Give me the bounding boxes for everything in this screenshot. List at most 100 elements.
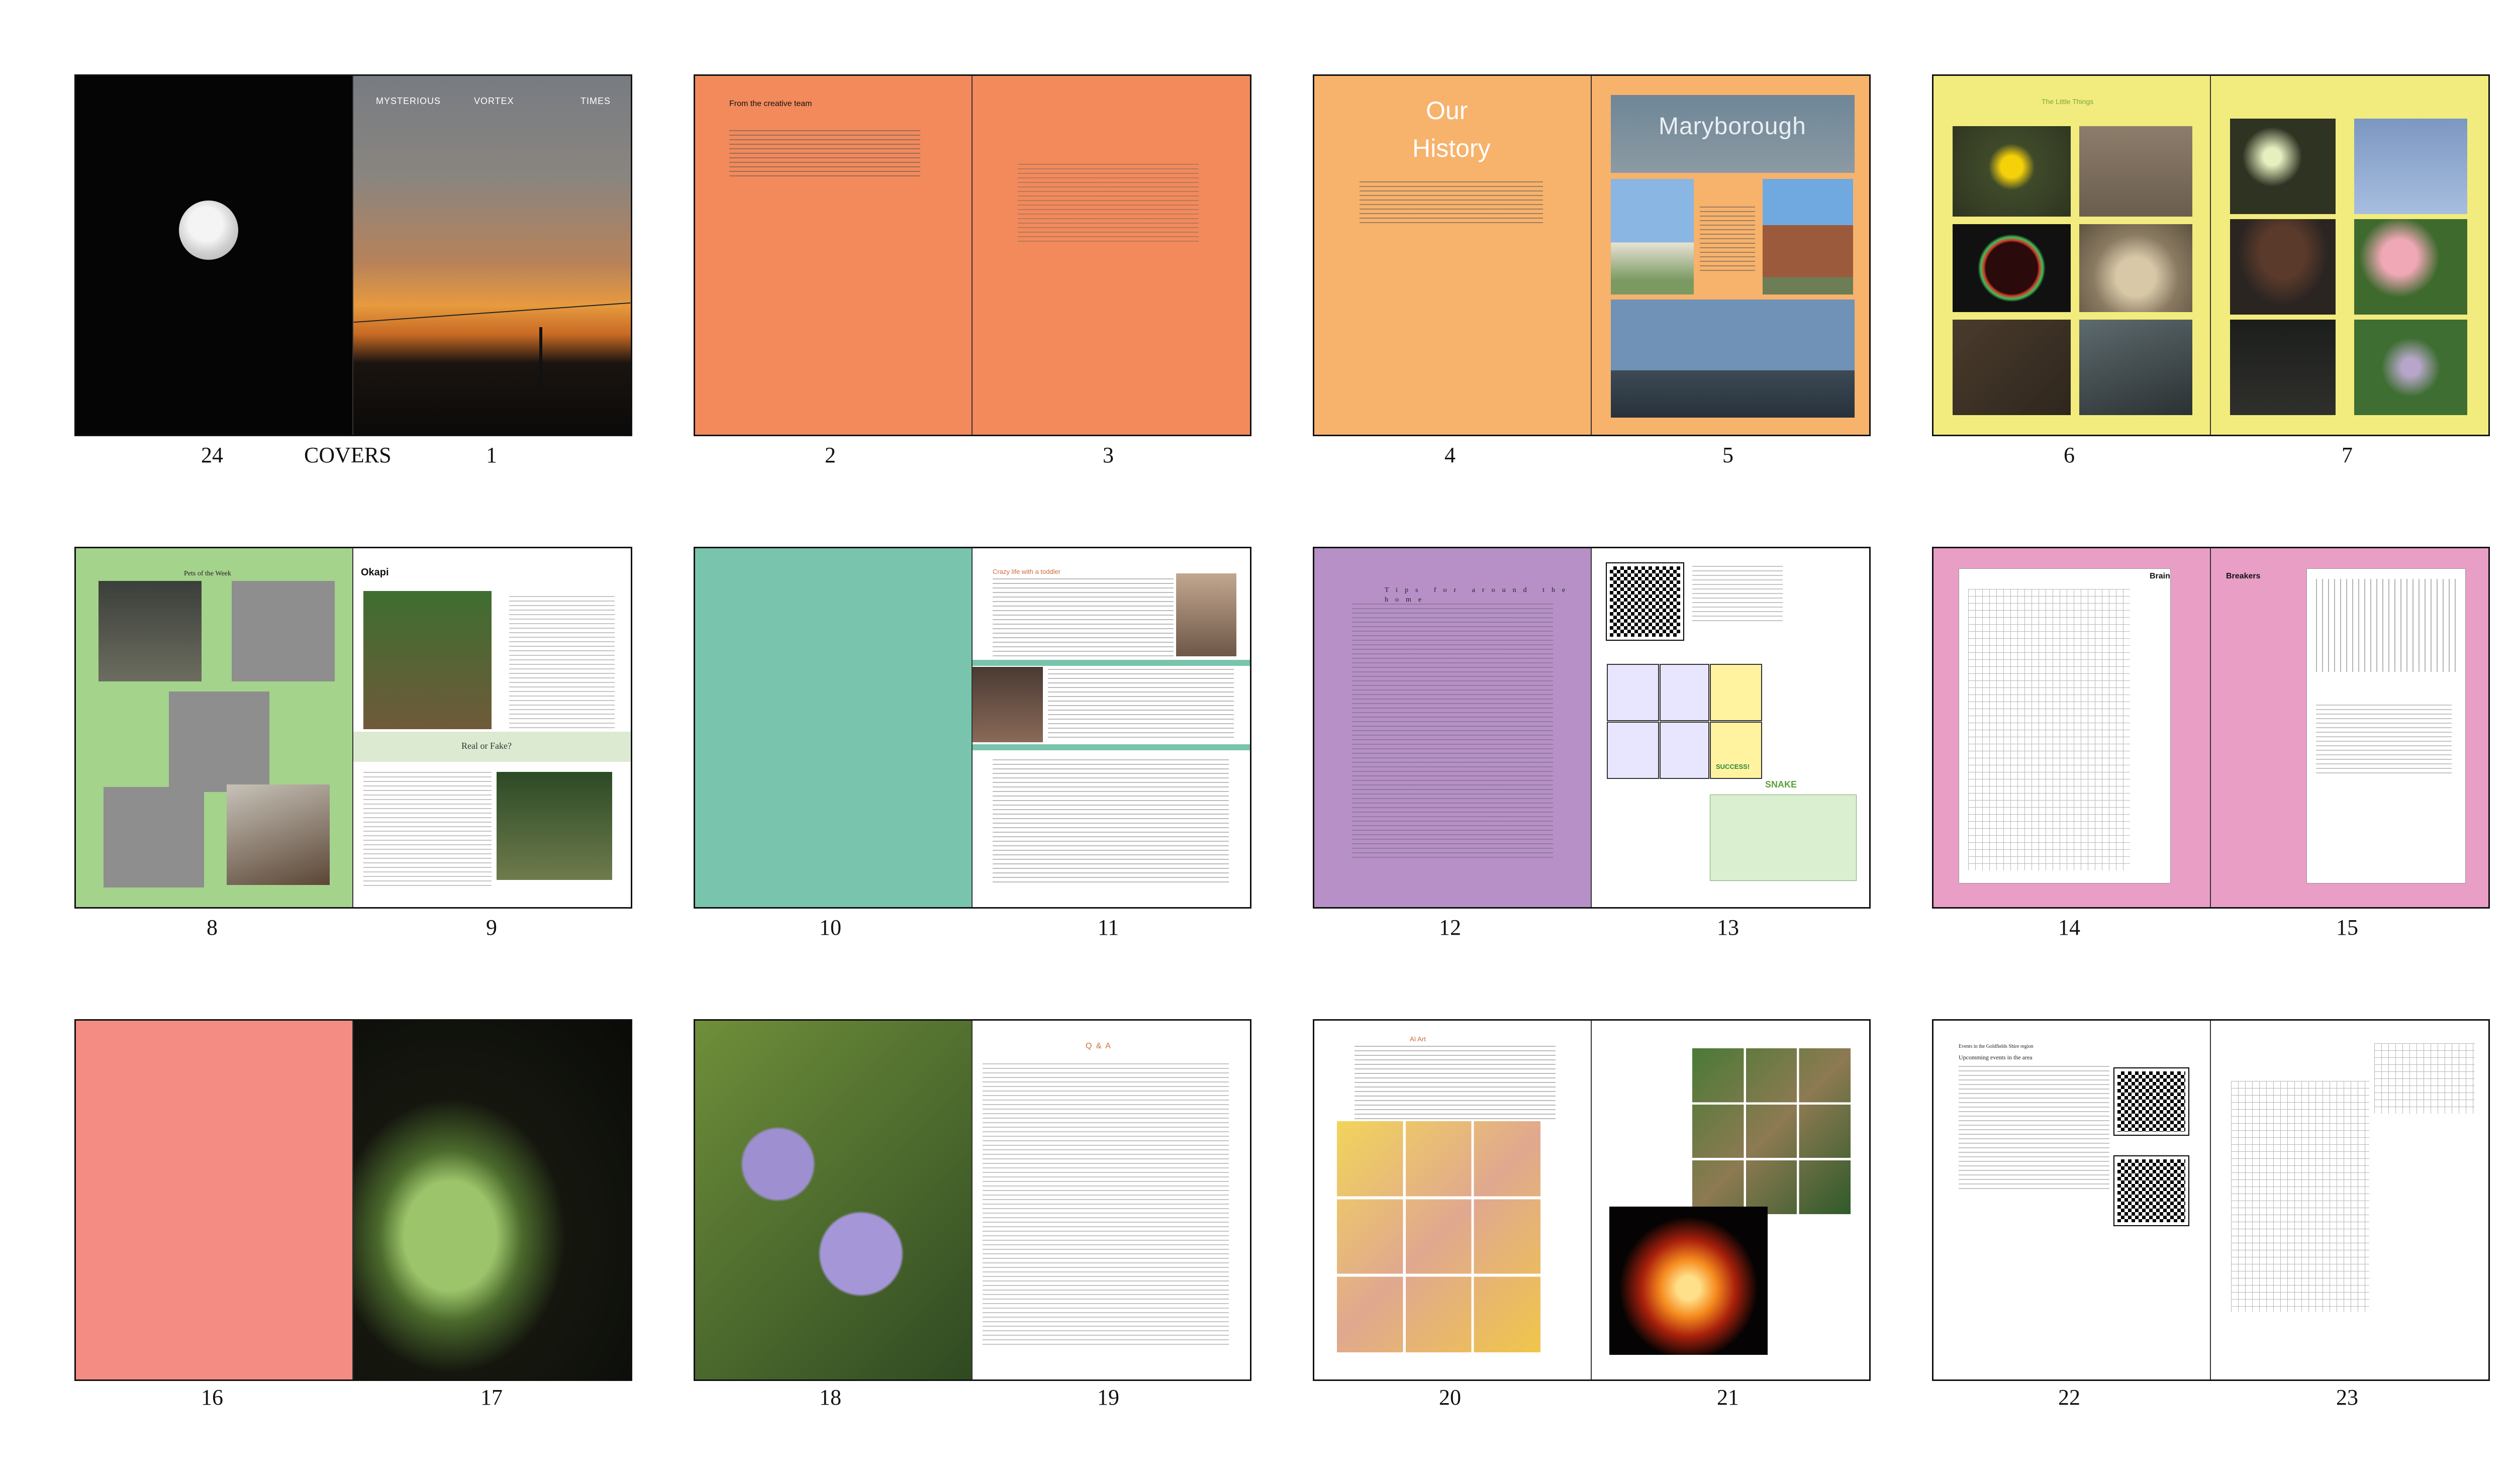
pet-photo-1 [99,581,202,681]
cover-title-times: TIMES [580,96,611,106]
teal-stripe-top [973,660,1250,666]
spread-covers[interactable]: MYSTERIOUS VORTEX TIMES [74,74,632,436]
page-13[interactable]: SUCCESS! SNAKE [1592,548,1869,907]
events-qr-code-1-icon[interactable] [2113,1067,2189,1136]
mushroom-photo [2230,219,2336,315]
page-number-17: 17 [480,1385,503,1410]
spread-20-21[interactable]: AI Art [1313,1019,1871,1381]
page-21[interactable] [1592,1021,1869,1379]
bubble-photo [1953,224,2071,312]
page-7[interactable] [2211,76,2488,435]
station-building-photo [1763,179,1853,294]
stick-photo [1953,320,2071,415]
spread-2-3[interactable]: From the creative team [694,74,1251,436]
home-tips-heading: Tips for around the home [1385,586,1573,604]
spread-8-9[interactable]: Pets of the Week Okapi Real or Fake? [74,547,632,909]
okapi-photo [363,591,492,729]
our-history-title-line1: Our [1426,96,1468,125]
spread-18-19[interactable]: Q & A [694,1019,1251,1381]
page-15[interactable]: Breakers [2211,548,2488,907]
page-5[interactable]: Maryborough [1592,76,1869,435]
cover-title-mysterious: MYSTERIOUS [376,96,441,106]
crossword-grid [1968,589,2130,870]
comic-success-text: SUCCESS! [1716,763,1750,770]
page-18[interactable] [695,1021,973,1379]
page-24-back-cover[interactable] [76,76,353,435]
spread-6-7[interactable]: The Little Things [1932,74,2490,436]
history-captions [1700,207,1755,272]
qr-code-icon[interactable] [1606,562,1684,641]
clover-photo [2354,320,2467,415]
okapi-ai-grid [1692,1048,1851,1214]
clock-tower-photo [1611,179,1694,294]
brain-heading: Brain [2150,572,2170,580]
dark-bird-photo [2230,320,2336,415]
qa-heading: Q & A [1086,1042,1112,1050]
page-17[interactable] [353,1021,631,1379]
spread-4-5[interactable]: Our History Maryborough [1313,74,1871,436]
page-2[interactable]: From the creative team [695,76,973,435]
lizard-photo [2079,320,2192,415]
page-10[interactable] [695,548,973,907]
page-8[interactable]: Pets of the Week [76,548,353,907]
page-number-8: 8 [207,915,218,940]
snake-comic [1710,795,1857,881]
home-tips-text [1352,604,1553,860]
page-number-10: 10 [819,915,841,940]
events-qr-code-2-icon[interactable] [2113,1155,2189,1226]
pet-photo-5 [227,784,330,885]
page-6[interactable]: The Little Things [1934,76,2211,435]
events-heading: Events in the Goldfields Shire region [1959,1044,2034,1049]
page-9[interactable]: Okapi Real or Fake? [353,548,631,907]
qr-caption-text [1692,566,1783,621]
power-pole-silhouette [539,327,542,387]
breakers-heading: Breakers [2226,572,2261,580]
page-11[interactable]: Crazy life with a toddler [973,548,1250,907]
page-20[interactable]: AI Art [1314,1021,1592,1379]
maryborough-sign-photo: Maryborough [1611,95,1855,173]
page-number-18: 18 [819,1385,841,1410]
bird-on-wire-photo [2354,119,2467,214]
page-number-22: 22 [2058,1385,2080,1410]
events-subheading: Upcomming events in the area [1959,1054,2033,1061]
maryborough-sign-text: Maryborough [1659,113,1806,140]
comic-panel-5 [1660,722,1709,779]
page-1-front-cover[interactable]: MYSTERIOUS VORTEX TIMES [353,76,631,435]
word-search-puzzle[interactable] [2306,568,2466,883]
page-23[interactable] [2211,1021,2488,1379]
page-19[interactable]: Q & A [973,1021,1250,1379]
spread-14-15[interactable]: Brain Breakers [1932,547,2490,909]
comic-panel-2 [1660,664,1709,721]
cover-title-vortex: VORTEX [474,96,514,106]
yellow-flower-photo [1953,126,2071,217]
fungus-photo [2079,224,2192,312]
page-16[interactable] [76,1021,353,1379]
page-number-2: 2 [825,443,836,467]
page-number-14: 14 [2058,915,2080,940]
spread-22-23[interactable]: Events in the Goldfields Shire region Up… [1932,1019,2490,1381]
toddler-text-2 [1048,669,1234,739]
page-number-24: 24 [201,443,223,467]
snake-label: SNAKE [1765,779,1797,789]
toddler-play-photo [973,667,1043,742]
pets-heading: Pets of the Week [184,570,231,577]
page-22[interactable]: Events in the Goldfields Shire region Up… [1934,1021,2211,1379]
okapi-forest-photo [497,772,612,880]
real-or-fake-band: Real or Fake? [353,732,631,762]
page-4[interactable]: Our History [1314,76,1592,435]
events-list [1959,1066,2109,1192]
page-12[interactable]: Tips for around the home [1314,548,1592,907]
ai-art-heading: AI Art [1410,1035,1426,1043]
crossword-puzzle[interactable] [1959,568,2171,883]
spread-10-11[interactable]: Crazy life with a toddler [694,547,1251,909]
toddler-heading: Crazy life with a toddler [993,568,1061,575]
little-things-heading: The Little Things [2042,97,2094,106]
page-number-3: 3 [1103,443,1114,467]
creative-team-text [729,130,920,178]
page-3[interactable] [973,76,1250,435]
page-14[interactable]: Brain [1934,548,2211,907]
toddler-photo [1176,573,1236,656]
spread-12-13[interactable]: Tips for around the home SUCCESS! SNAKE [1313,547,1871,909]
spread-16-17[interactable] [74,1019,632,1381]
comic-panel-3 [1710,664,1762,721]
